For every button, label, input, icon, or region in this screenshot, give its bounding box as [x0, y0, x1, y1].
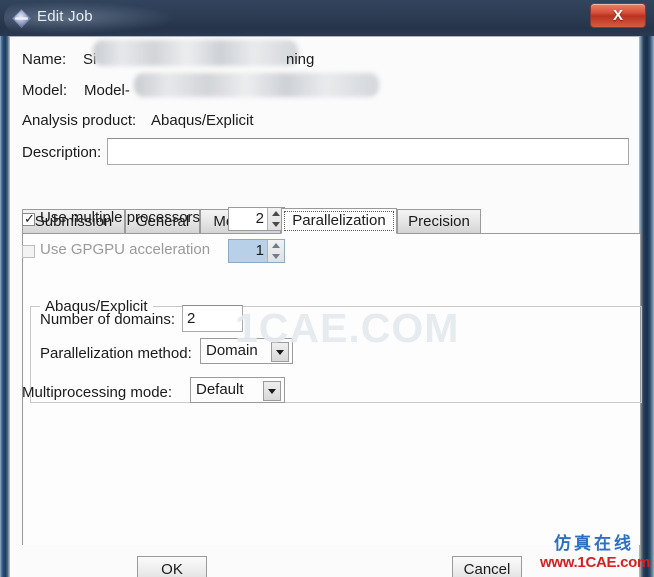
chevron-up-icon [272, 211, 280, 216]
model-value-prefix: Model- [84, 82, 130, 99]
processor-count-value: 2 [255, 210, 264, 227]
parallelization-method-select[interactable]: Domain [200, 338, 293, 364]
gpgpu-count-value: 1 [255, 242, 264, 259]
edit-job-window: Edit Job X Name: Si ning Model: Model- A… [0, 0, 654, 577]
model-value-redaction [134, 73, 379, 97]
multiprocessing-mode-value: Default [196, 381, 244, 398]
title-bar[interactable]: Edit Job X [0, 0, 654, 36]
dialog-content: Name: Si ning Model: Model- Analysis pro… [9, 36, 642, 577]
analysis-product-label: Analysis product: [22, 112, 137, 129]
model-label: Model: [22, 82, 68, 99]
gpgpu-count-decrement [268, 251, 284, 262]
tab-precision[interactable]: Precision [397, 209, 481, 234]
window-title: Edit Job [37, 8, 93, 25]
description-input[interactable] [107, 138, 629, 165]
chevron-down-icon [272, 254, 280, 259]
checkmark-icon: ✓ [24, 211, 35, 226]
chevron-down-icon [272, 222, 280, 227]
abaqus-diamond-icon [12, 9, 31, 28]
parallelization-panel [22, 233, 641, 577]
gpgpu-count-increment [268, 240, 284, 251]
description-label: Description: [22, 144, 102, 161]
use-gpgpu-checkbox [22, 245, 35, 258]
window-frame-left-edge [0, 0, 9, 577]
dialog-button-bar: OK Cancel [9, 545, 640, 577]
chevron-up-icon [272, 243, 280, 248]
number-of-domains-input[interactable] [182, 305, 243, 332]
parallelization-method-label: Parallelization method: [40, 345, 192, 362]
name-value-suffix: ning [286, 51, 315, 68]
parallelization-method-value: Domain [206, 342, 258, 359]
ok-button[interactable]: OK [137, 556, 207, 577]
name-value-redaction [93, 40, 298, 66]
name-label: Name: [22, 51, 67, 68]
chevron-down-icon[interactable] [271, 342, 289, 362]
analysis-product-value: Abaqus/Explicit [151, 112, 254, 129]
close-icon: X [612, 7, 623, 24]
cancel-button[interactable]: Cancel [452, 556, 522, 577]
name-value-prefix: Si [83, 51, 97, 68]
processor-count-spinner[interactable]: 2 [228, 207, 285, 231]
use-multiple-processors-checkbox[interactable]: ✓ [22, 211, 35, 226]
window-frame-right-edge [640, 0, 654, 577]
tab-parallelization-label: Parallelization [292, 212, 386, 229]
gpgpu-count-spin-buttons [267, 240, 284, 262]
tab-precision-label: Precision [408, 213, 470, 230]
multiprocessing-mode-label: Multiprocessing mode: [22, 384, 173, 401]
use-multiple-processors-label: Use multiple processors [40, 209, 201, 226]
chevron-down-icon[interactable] [263, 381, 281, 401]
use-gpgpu-label: Use GPGPU acceleration [40, 241, 211, 258]
tab-parallelization[interactable]: Parallelization [281, 208, 397, 234]
number-of-domains-label: Number of domains: [40, 311, 176, 328]
gpgpu-count-spinner: 1 [228, 239, 285, 263]
close-button[interactable]: X [590, 3, 646, 28]
multiprocessing-mode-select[interactable]: Default [190, 377, 285, 403]
